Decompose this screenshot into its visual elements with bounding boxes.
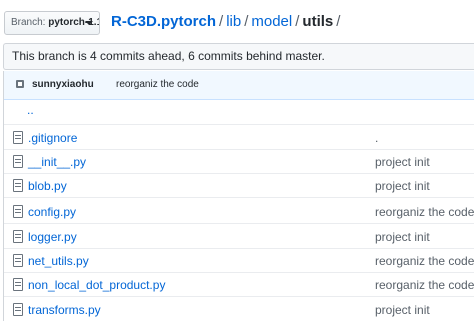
branch-status-text: This branch is 4 commits ahead, 6 commit… — [12, 49, 325, 63]
breadcrumb: R-C3D.pytorch / lib / model / utils / — [111, 12, 343, 32]
file-commit-message[interactable]: reorganiz the code — [375, 249, 474, 273]
file-row[interactable]: __init__.py project init — [4, 150, 474, 174]
file-commit-message[interactable]: . — [375, 126, 378, 150]
file-icon — [13, 278, 23, 291]
file-row[interactable]: config.py reorganiz the code — [4, 200, 474, 224]
file-commit-message[interactable]: project init — [375, 298, 430, 321]
branch-select-button[interactable]: Branch: pytorch-1.1 — [4, 11, 100, 35]
file-name-link[interactable]: __init__.py — [28, 150, 86, 174]
file-commit-message[interactable]: reorganiz the code — [375, 273, 474, 297]
breadcrumb-separator: / — [219, 13, 224, 30]
file-name-link[interactable]: .gitignore — [28, 126, 77, 150]
file-name-link[interactable]: config.py — [28, 200, 76, 224]
file-commit-message[interactable]: project init — [375, 150, 430, 174]
breadcrumb-separator: / — [295, 13, 300, 30]
file-icon — [13, 230, 23, 243]
file-icon — [13, 179, 23, 192]
breadcrumb-separator: / — [244, 13, 249, 30]
file-row[interactable]: non_local_dot_product.py reorganiz the c… — [4, 273, 474, 297]
file-icon — [13, 303, 23, 316]
file-icon — [13, 155, 23, 168]
file-icon — [13, 254, 23, 267]
file-row-parent-dir[interactable]: .. — [4, 101, 474, 125]
file-row[interactable]: transforms.py project init — [4, 298, 474, 321]
file-row[interactable]: blob.py project init — [4, 174, 474, 198]
file-name-link[interactable]: non_local_dot_product.py — [28, 273, 165, 297]
branch-status-bar: This branch is 4 commits ahead, 6 commit… — [3, 43, 474, 70]
breadcrumb-model-link[interactable]: model — [251, 13, 292, 30]
breadcrumb-lib-link[interactable]: lib — [226, 13, 241, 30]
file-icon — [13, 131, 23, 144]
file-list: sunnyxiaohu reorganiz the code .. .gitig… — [3, 71, 474, 321]
file-name-link[interactable]: net_utils.py — [28, 249, 89, 273]
file-name-link[interactable]: transforms.py — [28, 298, 101, 321]
commit-author-link[interactable]: sunnyxiaohu — [32, 71, 94, 99]
file-name-link[interactable]: logger.py — [28, 225, 77, 249]
file-row[interactable]: .gitignore . — [4, 126, 474, 150]
repo-header: Branch: pytorch-1.1 R-C3D.pytorch / lib / mo… — [0, 0, 474, 44]
commit-message-link[interactable]: reorganiz the code — [116, 71, 199, 99]
latest-commit-bar: sunnyxiaohu reorganiz the code — [4, 71, 474, 100]
breadcrumb-repo-link[interactable]: R-C3D.pytorch — [111, 13, 216, 30]
avatar[interactable] — [16, 80, 24, 88]
file-icon — [13, 205, 23, 218]
file-commit-message[interactable]: reorganiz the code — [375, 200, 474, 224]
parent-dir-link[interactable]: .. — [27, 98, 34, 122]
file-name-link[interactable]: blob.py — [28, 174, 67, 198]
caret-down-icon — [85, 21, 93, 25]
branch-prefix: Branch: — [11, 17, 46, 28]
breadcrumb-separator: / — [336, 13, 341, 30]
file-commit-message[interactable]: project init — [375, 174, 430, 198]
file-row[interactable]: logger.py project init — [4, 225, 474, 249]
file-row[interactable]: net_utils.py reorganiz the code — [4, 249, 474, 273]
breadcrumb-current: utils — [302, 13, 334, 30]
file-commit-message[interactable]: project init — [375, 225, 430, 249]
